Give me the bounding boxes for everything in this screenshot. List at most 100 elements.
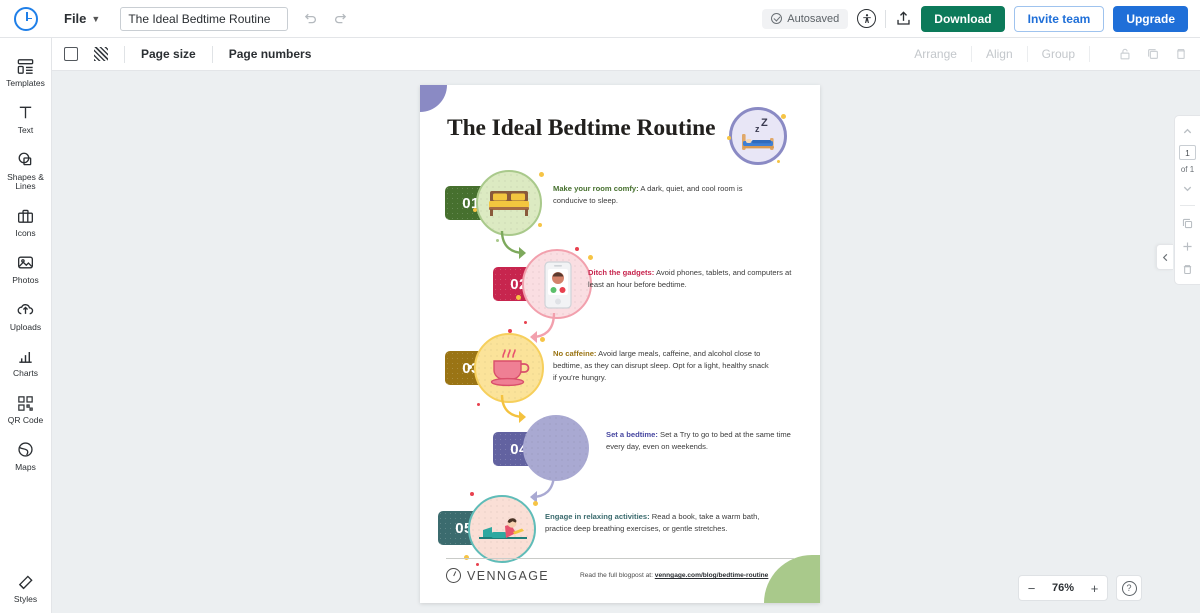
next-page-button[interactable] <box>1178 179 1198 197</box>
canvas-area[interactable]: The Ideal Bedtime Routine z Z 01 Make yo… <box>52 71 1200 613</box>
svg-text:z: z <box>755 124 760 134</box>
accent-dot <box>575 247 579 251</box>
corner-decoration-purple <box>420 85 447 112</box>
delete-page-icon[interactable] <box>1178 260 1198 278</box>
sidebar-item-styles[interactable]: Styles <box>0 564 52 613</box>
accessibility-icon[interactable] <box>857 9 877 28</box>
text-icon <box>16 103 35 123</box>
accent-dot <box>476 563 479 566</box>
step-heading: Ditch the gadgets: <box>588 268 655 277</box>
pattern-fill-icon[interactable] <box>94 47 108 61</box>
file-menu-button[interactable]: File ▼ <box>56 7 108 30</box>
sidebar-label: Templates <box>6 78 45 88</box>
footer-divider <box>446 558 794 559</box>
page-background-toggle[interactable] <box>64 47 78 61</box>
venngage-clock-logo-icon <box>14 6 38 31</box>
zoom-out-button[interactable]: − <box>1019 576 1044 600</box>
lock-icon[interactable] <box>1118 47 1132 61</box>
duplicate-icon[interactable] <box>1146 47 1160 61</box>
page-numbers-button[interactable]: Page numbers <box>229 47 312 61</box>
sidebar-label: Text <box>17 124 34 135</box>
add-page-icon[interactable] <box>1178 237 1198 255</box>
footer-note: Read the full blogpost at: venngage.com/… <box>580 572 768 579</box>
total-pages-label: of 1 <box>1180 165 1195 174</box>
share-upload-icon[interactable] <box>895 10 912 27</box>
uploads-icon <box>16 300 35 320</box>
sidebar-label: Maps <box>15 461 36 472</box>
help-icon: ? <box>1121 580 1137 596</box>
upgrade-button[interactable]: Upgrade <box>1113 5 1188 32</box>
invite-team-button[interactable]: Invite team <box>1013 5 1105 32</box>
venngage-clock-logo-icon <box>446 568 461 583</box>
svg-text:Z: Z <box>761 117 768 129</box>
sidebar-item-icons[interactable]: Icons <box>0 198 52 245</box>
group-button[interactable]: Group <box>1042 47 1075 61</box>
redo-icon[interactable] <box>330 9 350 29</box>
sidebar-label: Uploads <box>9 321 42 332</box>
person-reading-icon[interactable] <box>468 495 536 563</box>
sidebar-label: Icons <box>15 228 36 239</box>
accent-dot <box>468 365 472 369</box>
document-title-input[interactable] <box>120 6 289 31</box>
zoom-in-button[interactable]: + <box>1082 576 1107 600</box>
collapse-panel-button[interactable] <box>1156 244 1173 270</box>
chevron-down-icon: ▼ <box>91 13 101 24</box>
qr-code-icon <box>16 393 35 413</box>
divider <box>1026 46 1028 62</box>
accent-dot <box>777 160 780 163</box>
step-heading: No caffeine: <box>553 349 597 358</box>
infographic-title[interactable]: The Ideal Bedtime Routine <box>447 115 716 142</box>
accent-dot <box>533 501 538 506</box>
photos-icon <box>16 253 35 273</box>
duplicate-page-icon[interactable] <box>1178 214 1198 232</box>
sidebar-item-maps[interactable]: Maps <box>0 432 52 479</box>
zoom-group: − 76% + <box>1018 575 1108 601</box>
delete-icon[interactable] <box>1174 47 1188 61</box>
step-description[interactable]: Engage in relaxing activities: Read a bo… <box>545 511 773 535</box>
venngage-editor: File ▼ Autosaved <box>0 0 1200 613</box>
sidebar-item-uploads[interactable]: Uploads <box>0 292 52 339</box>
divider <box>211 45 213 63</box>
smartphone-video-call-icon[interactable] <box>522 249 592 319</box>
zoom-level-value[interactable]: 76% <box>1044 582 1082 594</box>
page-size-button[interactable]: Page size <box>141 47 196 61</box>
shapes-lines-icon <box>16 150 35 170</box>
blogpost-link[interactable]: venngage.com/blog/bedtime-routine <box>655 572 769 579</box>
autosave-label: Autosaved <box>787 12 840 25</box>
design-page[interactable]: The Ideal Bedtime Routine z Z 01 Make yo… <box>420 85 820 603</box>
step-description[interactable]: Ditch the gadgets: Avoid phones, tablets… <box>588 267 803 291</box>
step-description[interactable]: No caffeine: Avoid large meals, caffeine… <box>553 348 773 384</box>
sidebar-item-templates[interactable]: Templates <box>0 48 52 95</box>
current-page-indicator[interactable]: 1 <box>1179 145 1196 160</box>
accent-dot <box>727 136 731 140</box>
sleeping-in-bed-icon[interactable]: z Z <box>727 107 787 165</box>
corner-decoration-green <box>764 555 820 603</box>
align-button[interactable]: Align <box>986 47 1013 61</box>
sidebar-item-photos[interactable]: Photos <box>0 245 52 292</box>
sidebar-label: QR Code <box>7 415 44 426</box>
sidebar-item-qr-code[interactable]: QR Code <box>0 385 52 432</box>
templates-icon <box>16 56 35 76</box>
pages-panel: 1 of 1 <box>1174 115 1200 285</box>
step-heading: Set a bedtime: <box>606 430 658 439</box>
sidebar-item-shapes-lines[interactable]: Shapes & Lines <box>0 142 52 199</box>
undo-icon[interactable] <box>300 9 320 29</box>
accent-dot <box>540 337 545 342</box>
previous-page-button[interactable] <box>1178 122 1198 140</box>
step-description[interactable]: Make your room comfy: A dark, quiet, and… <box>553 183 768 207</box>
download-button[interactable]: Download <box>921 5 1005 32</box>
accent-dot <box>477 403 480 406</box>
sidebar-item-text[interactable]: Text <box>0 95 52 142</box>
accent-dot <box>781 114 786 119</box>
accent-dot <box>470 492 474 496</box>
bed-icon[interactable] <box>476 170 542 236</box>
help-button[interactable]: ? <box>1116 575 1142 601</box>
autosave-status: Autosaved <box>762 8 849 29</box>
canvas-toolbar: Page size Page numbers Arrange Align Gro… <box>52 38 1200 71</box>
zoom-controls: − 76% + ? <box>1018 575 1142 601</box>
app-logo[interactable] <box>0 6 52 31</box>
undo-redo-group <box>300 9 350 29</box>
step-description[interactable]: Set a bedtime: Set a Try to go to bed at… <box>606 429 804 453</box>
sidebar-item-charts[interactable]: Charts <box>0 338 52 385</box>
arrange-button[interactable]: Arrange <box>914 47 957 61</box>
